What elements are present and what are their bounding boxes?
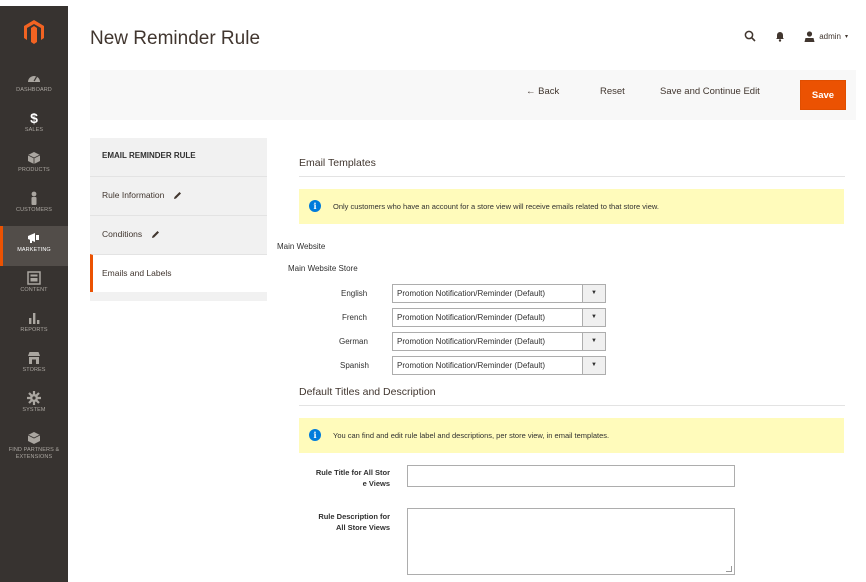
bar-chart-icon — [29, 313, 40, 324]
dollar-icon: $ — [30, 110, 38, 126]
label-line: e Views — [362, 479, 390, 488]
default-titles-notice: i You can find and edit rule label and d… — [299, 418, 844, 453]
reset-button[interactable]: Reset — [600, 86, 625, 97]
template-select-spanish[interactable]: Promotion Notification/Reminder (Default… — [392, 356, 606, 375]
chevron-down-icon: ▾ — [844, 33, 848, 40]
template-select-german[interactable]: Promotion Notification/Reminder (Default… — [392, 332, 606, 351]
sidebar-item-products[interactable]: Products — [0, 146, 68, 186]
tabs-title: EMAIL REMINDER RULE — [102, 151, 196, 160]
chevron-down-icon: ▼ — [582, 357, 605, 374]
notice-text: You can find and edit rule label and des… — [333, 431, 610, 440]
section-divider — [299, 176, 845, 177]
sidebar-item-content[interactable]: Content — [0, 266, 68, 306]
tab-label: Rule Information — [102, 190, 165, 200]
tab-conditions[interactable]: Conditions — [90, 215, 267, 253]
chevron-down-icon: ▼ — [582, 333, 605, 350]
resize-grip-icon[interactable] — [726, 566, 732, 572]
info-icon: i — [309, 429, 321, 441]
info-icon: i — [309, 200, 321, 212]
template-select-french[interactable]: Promotion Notification/Reminder (Default… — [392, 308, 606, 327]
person-icon — [31, 191, 37, 205]
admin-sidebar: Dashboard $ Sales Products Customers Mar… — [0, 6, 68, 582]
section-divider — [299, 405, 845, 406]
sidebar-item-partners[interactable]: Find Partners & Extensions — [0, 426, 68, 472]
label-line: All Store Views — [335, 523, 390, 532]
page-actions-bar: ← Back Reset Save and Continue Edit Save — [90, 70, 856, 120]
sidebar-item-label: Content — [20, 287, 48, 293]
rule-description-label: Rule Description for All Store Views — [280, 511, 390, 533]
sidebar-item-stores[interactable]: Stores — [0, 346, 68, 386]
cube-icon — [27, 152, 41, 164]
store-view-label-spanish: Spanish — [340, 361, 369, 370]
bell-icon[interactable] — [774, 30, 786, 42]
label-line: Rule Title for All Stor — [315, 468, 390, 477]
sidebar-item-reports[interactable]: Reports — [0, 306, 68, 346]
store-view-label-french: French — [342, 313, 367, 322]
gear-icon — [27, 391, 41, 405]
magento-logo[interactable] — [0, 6, 68, 62]
magento-logo-icon — [24, 20, 44, 44]
tab-emails-and-labels[interactable]: Emails and Labels — [90, 254, 267, 292]
save-and-continue-button[interactable]: Save and Continue Edit — [660, 86, 760, 97]
store-label: Main Website Store — [288, 264, 358, 273]
tab-rule-information[interactable]: Rule Information — [90, 176, 267, 214]
user-icon — [804, 30, 815, 42]
admin-username: admin — [819, 31, 841, 41]
sidebar-item-label: Customers — [16, 207, 52, 213]
select-value: Promotion Notification/Reminder (Default… — [397, 289, 546, 298]
template-select-english[interactable]: Promotion Notification/Reminder (Default… — [392, 284, 606, 303]
store-view-label-english: English — [341, 289, 368, 298]
layout-icon — [27, 271, 41, 285]
search-icon[interactable] — [744, 30, 756, 42]
sidebar-item-sales[interactable]: $ Sales — [0, 106, 68, 146]
store-view-label-german: German — [339, 337, 368, 346]
sidebar-item-label: Products — [18, 167, 50, 173]
sidebar-item-label: Stores — [22, 367, 46, 373]
sidebar-item-label: Marketing — [17, 247, 51, 253]
sidebar-item-label: Dashboard — [16, 87, 52, 93]
back-button[interactable]: ← Back — [526, 86, 559, 97]
sidebar-item-system[interactable]: System — [0, 386, 68, 426]
sidebar-item-marketing[interactable]: Marketing — [0, 226, 68, 266]
website-label: Main Website — [277, 242, 326, 251]
rule-title-input[interactable] — [407, 465, 735, 487]
select-value: Promotion Notification/Reminder (Default… — [397, 361, 546, 370]
section-title-default-titles: Default Titles and Description — [299, 386, 436, 398]
select-value: Promotion Notification/Reminder (Default… — [397, 337, 546, 346]
sidebar-item-dashboard[interactable]: Dashboard — [0, 66, 68, 106]
chevron-down-icon: ▼ — [582, 309, 605, 326]
page-title: New Reminder Rule — [90, 28, 261, 49]
email-templates-notice: i Only customers who have an account for… — [299, 189, 844, 224]
megaphone-icon — [28, 233, 39, 243]
top-strip — [0, 0, 866, 6]
label-line: Rule Description for — [318, 512, 390, 521]
chevron-down-icon: ▼ — [582, 285, 605, 302]
pencil-icon — [173, 192, 181, 200]
sidebar-item-label: System — [22, 407, 46, 413]
sidebar-item-label: Sales — [24, 127, 44, 133]
rule-title-label: Rule Title for All Stor e Views — [280, 467, 390, 489]
pencil-icon — [151, 231, 159, 239]
box-icon — [27, 432, 41, 444]
notice-text: Only customers who have an account for a… — [333, 202, 659, 211]
rule-tabs: EMAIL REMINDER RULE Rule Information Con… — [90, 138, 267, 301]
sidebar-item-label: Find Partners & Extensions — [8, 447, 60, 460]
section-title-email-templates: Email Templates — [299, 157, 376, 169]
tab-label: Conditions — [102, 229, 143, 239]
tab-label: Emails and Labels — [102, 268, 172, 278]
storefront-icon — [28, 352, 40, 364]
dashboard-icon — [28, 76, 40, 82]
header-actions: admin ▾ — [726, 30, 848, 42]
select-value: Promotion Notification/Reminder (Default… — [397, 313, 546, 322]
sidebar-item-label: Reports — [20, 327, 48, 333]
save-button[interactable]: Save — [800, 80, 846, 110]
sidebar-item-customers[interactable]: Customers — [0, 186, 68, 226]
admin-account-menu[interactable]: admin ▾ — [804, 30, 848, 42]
rule-description-textarea[interactable] — [407, 508, 735, 575]
